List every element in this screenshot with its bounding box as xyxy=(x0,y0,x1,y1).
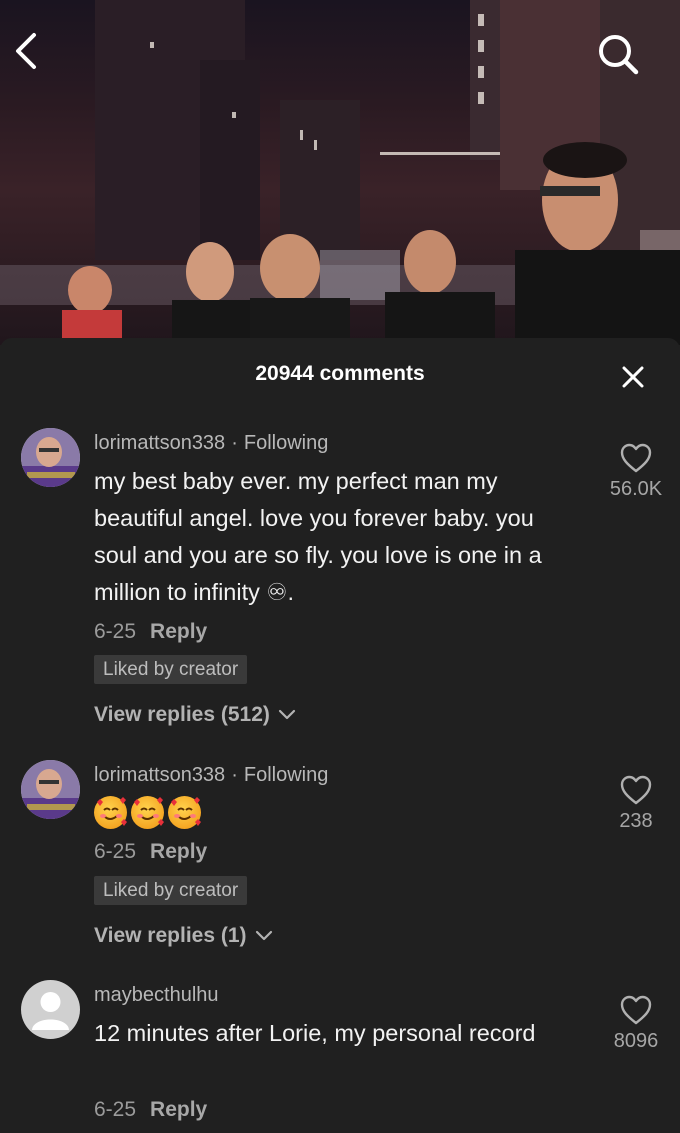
comment-text: 12 minutes after Lorie, my personal reco… xyxy=(94,1020,536,1046)
comment-meta: 6-25 Reply xyxy=(94,840,207,864)
comment-date: 6-25 xyxy=(94,620,137,643)
following-label: Following xyxy=(243,432,329,454)
comment-meta: 6-25 Reply xyxy=(94,620,207,644)
avatar[interactable] xyxy=(21,760,80,819)
comment-author-row: lorimattson338 · Following xyxy=(94,764,328,787)
default-user-icon xyxy=(32,992,69,1030)
separator: · xyxy=(231,764,238,786)
reply-button[interactable]: Reply xyxy=(150,620,207,643)
heart-icon[interactable] xyxy=(619,442,653,474)
comment-count: 20944 comments xyxy=(255,362,425,385)
close-icon xyxy=(622,366,644,388)
search-button[interactable] xyxy=(596,32,652,88)
comments-header: 20944 comments xyxy=(0,338,680,408)
like-count: 238 xyxy=(619,810,653,832)
separator: · xyxy=(231,432,238,454)
heart-icon[interactable] xyxy=(619,774,653,806)
liked-by-creator-badge: Liked by creator xyxy=(94,655,248,684)
emoji-face-icon xyxy=(171,797,201,826)
back-button[interactable] xyxy=(14,32,70,88)
like-column: 56.0K xyxy=(596,442,676,501)
smiling-face-with-hearts-emoji xyxy=(168,796,201,829)
comment-author-row: maybecthulhu xyxy=(94,984,219,1007)
view-replies-button[interactable]: View replies (512) xyxy=(94,703,296,727)
comment-author-row: lorimattson338 · Following xyxy=(94,432,328,455)
video-frame xyxy=(0,0,680,345)
avatar[interactable] xyxy=(21,980,80,1039)
emoji-face-icon xyxy=(97,797,127,826)
comment-meta: 6-25 Reply xyxy=(94,1098,207,1122)
search-icon xyxy=(599,35,639,75)
heart-icon[interactable] xyxy=(619,994,653,1026)
emoji-face-icon xyxy=(134,797,164,826)
emoji-row xyxy=(94,796,201,829)
like-count: 56.0K xyxy=(609,478,663,500)
view-replies-label: View replies (1) xyxy=(94,924,247,947)
reply-button[interactable]: Reply xyxy=(150,1098,207,1121)
like-column: 238 xyxy=(596,774,676,833)
view-replies-button[interactable]: View replies (1) xyxy=(94,924,273,948)
chevron-down-icon xyxy=(255,930,272,941)
comments-sheet: 20944 comments lorimattson338 · Following … xyxy=(0,338,680,1133)
smiling-face-with-hearts-emoji xyxy=(94,796,127,829)
following-label: Following xyxy=(243,764,329,786)
chevron-down-icon xyxy=(278,709,295,720)
reply-button[interactable]: Reply xyxy=(150,840,207,863)
comment-username[interactable]: lorimattson338 xyxy=(94,432,225,454)
liked-by-creator-badge: Liked by creator xyxy=(94,876,248,905)
like-column: 8096 xyxy=(596,994,676,1053)
comment-date: 6-25 xyxy=(94,1098,137,1121)
close-button[interactable] xyxy=(612,356,654,398)
smiling-face-with-hearts-emoji xyxy=(131,796,164,829)
comment-username[interactable]: maybecthulhu xyxy=(94,984,219,1006)
user-photo-icon xyxy=(21,428,80,487)
view-replies-label: View replies (512) xyxy=(94,703,270,726)
chevron-left-icon xyxy=(16,33,36,69)
like-count: 8096 xyxy=(613,1030,659,1052)
comment-username[interactable]: lorimattson338 xyxy=(94,764,225,786)
comment-text: my best baby ever. my perfect man my bea… xyxy=(94,468,542,605)
user-photo-icon xyxy=(21,760,80,819)
video-player[interactable] xyxy=(0,0,680,345)
avatar[interactable] xyxy=(21,428,80,487)
comment-date: 6-25 xyxy=(94,840,137,863)
